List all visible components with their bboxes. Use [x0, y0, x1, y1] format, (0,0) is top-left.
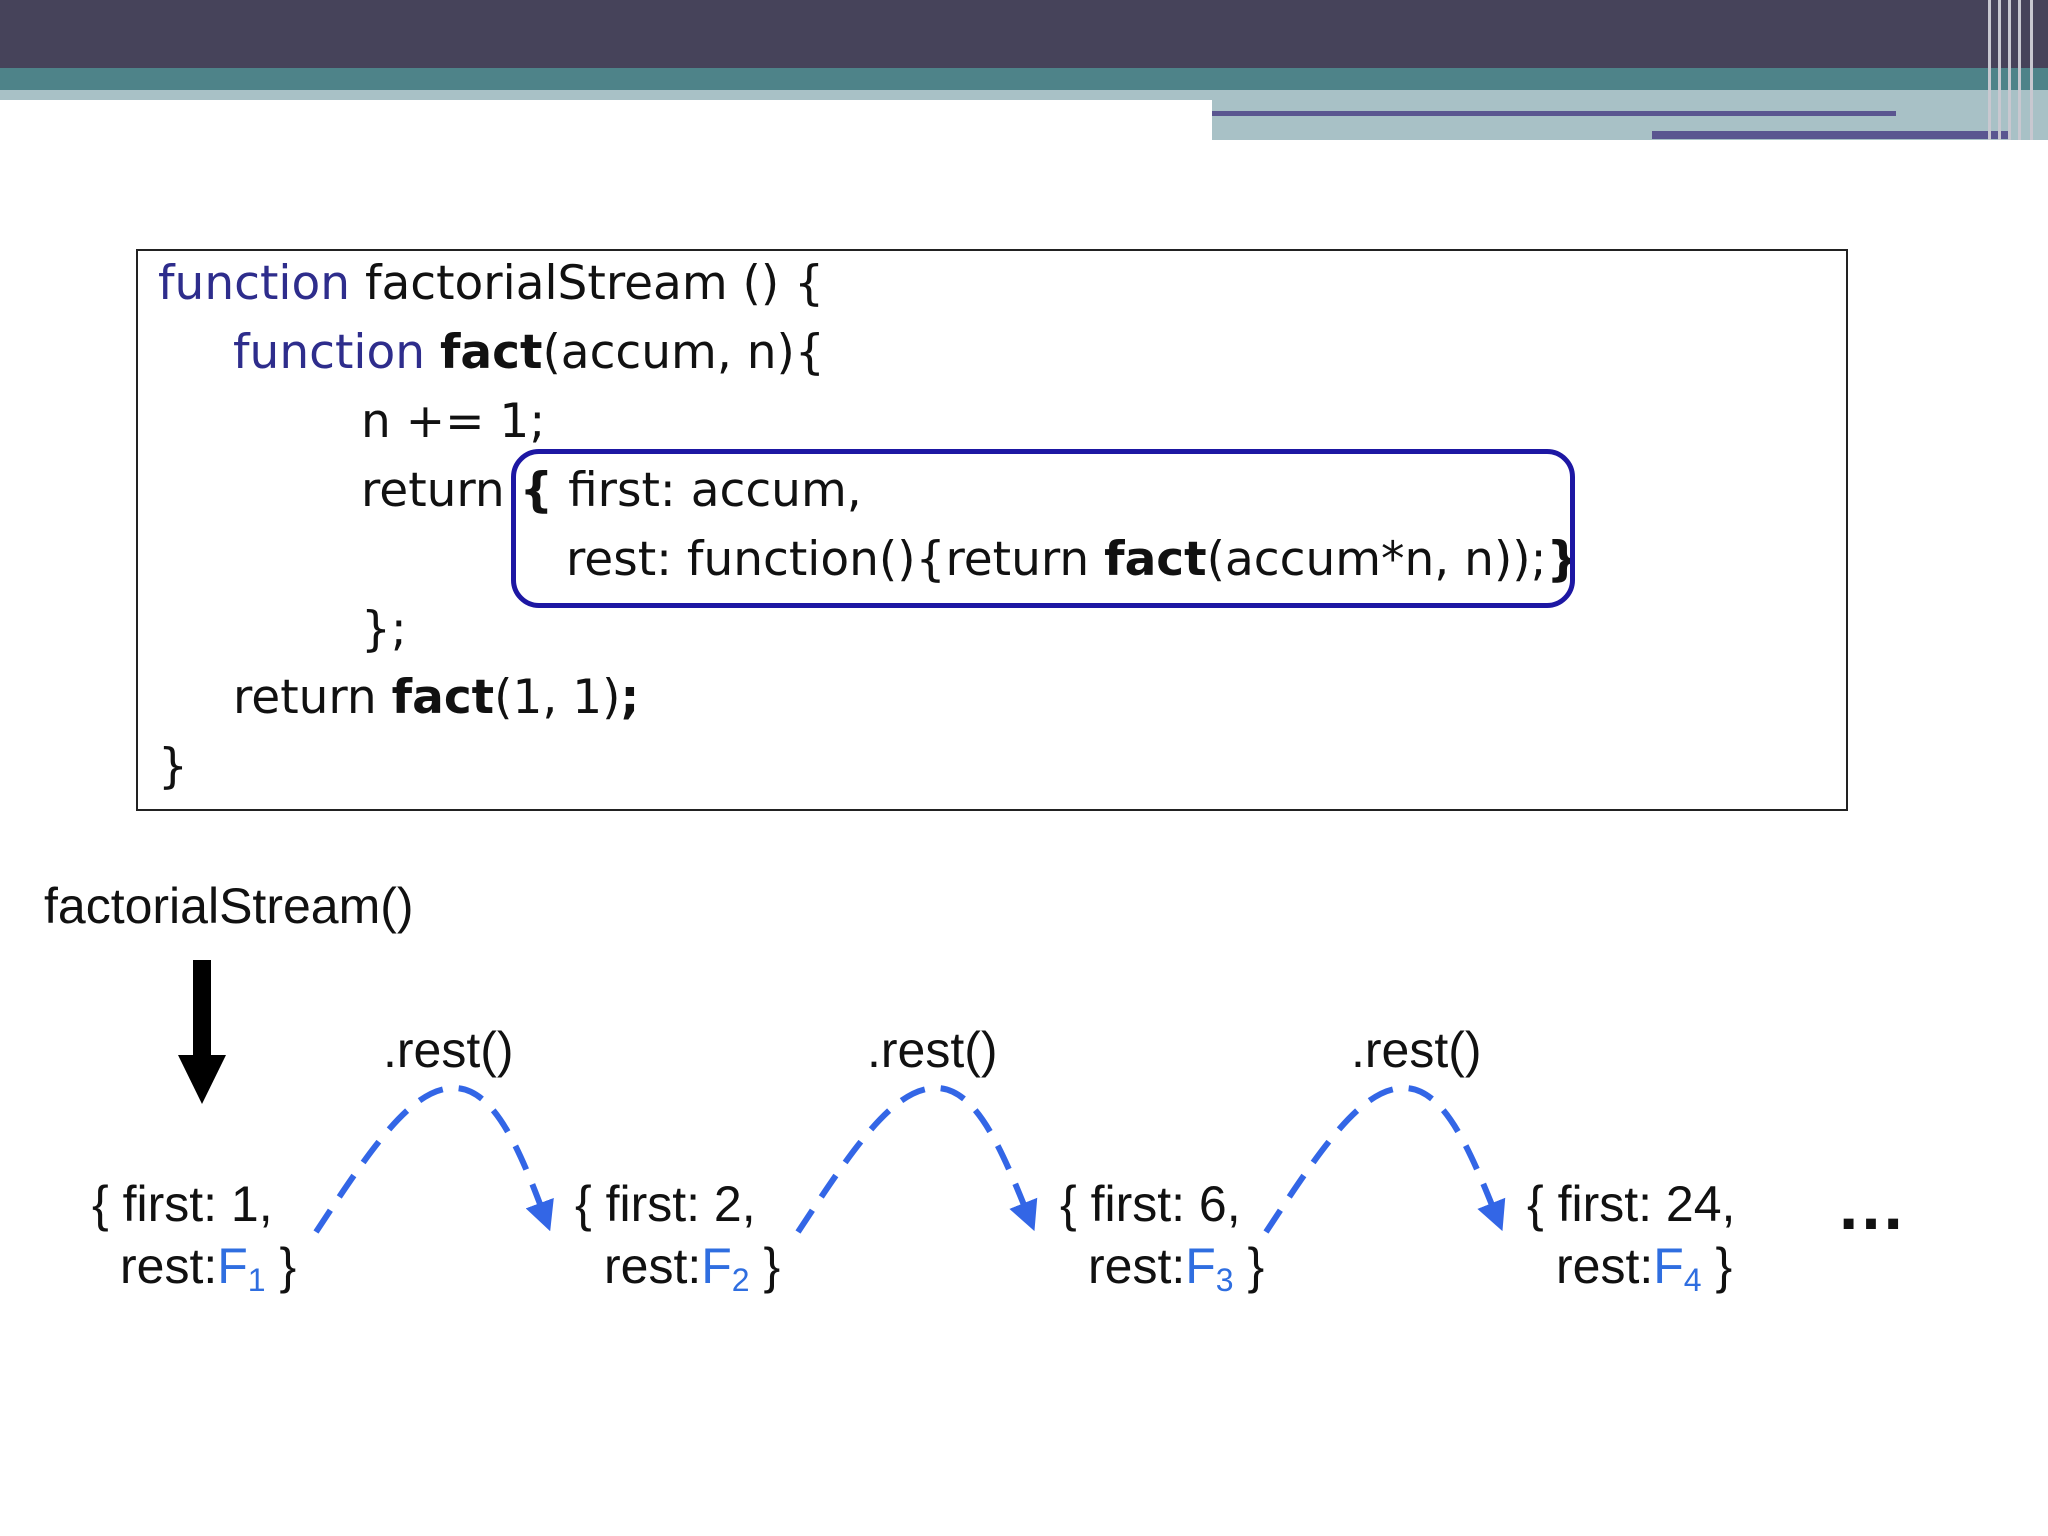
- diagram-arrows: [178, 960, 1506, 1234]
- rest-arrow-3: [1263, 1084, 1506, 1234]
- rest-arrow-1: [313, 1084, 554, 1234]
- down-arrow: [178, 960, 226, 1104]
- rest-arrow-2: [795, 1084, 1038, 1234]
